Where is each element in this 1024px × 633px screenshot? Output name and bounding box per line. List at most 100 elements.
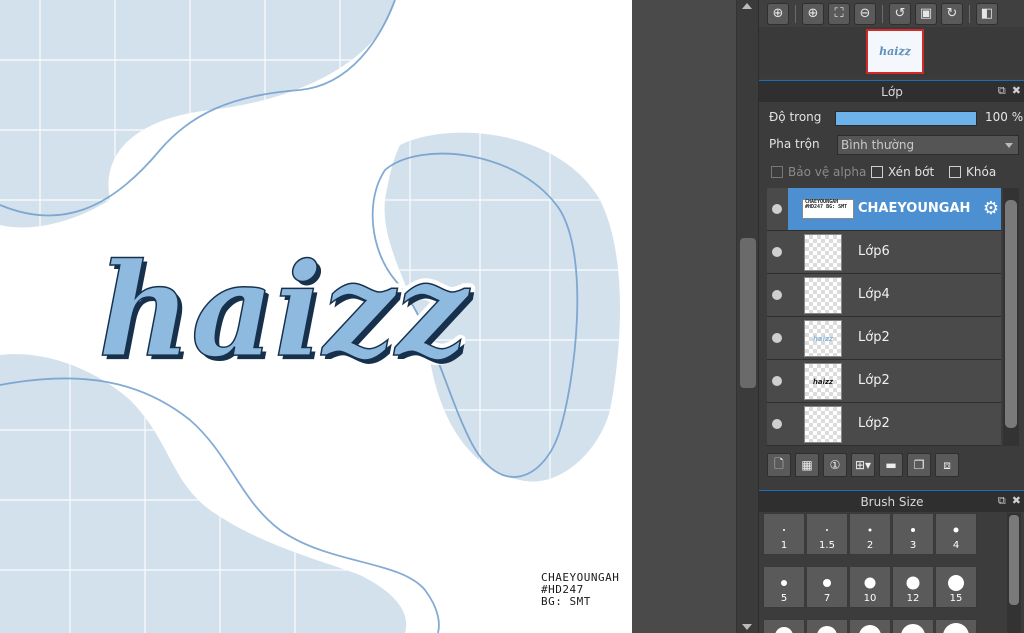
layer-toolbar: 🗋 ▦ ① ⊞▾ ▬ ❐ ⧈ (767, 452, 1019, 478)
layer-row[interactable]: CHAEYOUNGAH #HD247 BG: SMT CHAEYOUNGAH ⚙ (767, 188, 1001, 231)
layer-panel-header: Lớp ⧉ ✖ (759, 80, 1024, 102)
visibility-toggle-icon[interactable] (767, 231, 787, 273)
layer-row[interactable]: haizz Lớp2 (767, 317, 1001, 360)
brush-size-label: 1 (780, 540, 788, 551)
brush-size-label: 15 (949, 593, 963, 604)
fit-icon[interactable]: ⛶ (828, 2, 850, 25)
brush-size-option[interactable] (763, 619, 805, 633)
opacity-slider[interactable] (835, 111, 977, 126)
lettering-text: haizz (98, 236, 470, 386)
fit-window-icon[interactable]: ▣ (915, 2, 937, 25)
brush-size-option[interactable]: 1 (763, 513, 805, 555)
scroll-thumb[interactable] (1005, 200, 1017, 428)
merge-layer-icon[interactable]: ⧈ (935, 453, 960, 477)
popout-icon[interactable]: ⧉ (998, 494, 1006, 508)
drawing-canvas[interactable]: haizz haizz haizz CHAEYOUNGAH #HD247 BG:… (0, 0, 632, 633)
gear-icon[interactable]: ⚙ (983, 198, 999, 219)
layer-options-row: Bảo vệ alpha Xén bớt Khóa (759, 162, 1024, 184)
brush-size-option[interactable] (935, 619, 977, 633)
layer-thumbnail (804, 234, 842, 271)
new-layer-icon[interactable]: 🗋 (767, 453, 791, 477)
visibility-toggle-icon[interactable] (767, 317, 787, 359)
lock-checkbox[interactable]: Khóa (949, 165, 996, 179)
brush-size-option[interactable]: 15 (935, 566, 977, 608)
layer-row[interactable]: haizz Lớp2 (767, 360, 1001, 403)
brush-size-label: 3 (909, 540, 917, 551)
layer-thumbnail: haizz (804, 320, 842, 357)
zoom-in-icon[interactable]: ⊕ (802, 2, 824, 25)
blob-top-left (0, 0, 395, 228)
new-1bit-layer-icon[interactable]: ① (823, 453, 847, 477)
brush-size-option[interactable]: 1.5 (806, 513, 848, 555)
brush-size-option[interactable]: 12 (892, 566, 934, 608)
protect-alpha-checkbox[interactable]: Bảo vệ alpha (771, 165, 866, 179)
checkbox-box[interactable] (771, 166, 783, 178)
layer-thumbnail: haizz (804, 363, 842, 400)
workspace-area (632, 0, 736, 633)
zoom-out-icon[interactable]: ⊖ (854, 2, 876, 25)
toolbar-divider (882, 4, 883, 23)
brush-size-option[interactable]: 7 (806, 566, 848, 608)
brush-size-label: 4 (952, 540, 960, 551)
opacity-label: Độ trong (769, 110, 822, 124)
visibility-toggle-icon[interactable] (767, 403, 787, 445)
scroll-up-icon[interactable] (742, 3, 752, 9)
add-layer-menu-icon[interactable]: ⊞▾ (851, 453, 876, 477)
clipping-label: Xén bớt (888, 165, 935, 179)
navigator-thumb-text: haizz (879, 45, 911, 58)
blend-mode-select[interactable]: Bình thường (837, 135, 1019, 155)
visibility-toggle-icon[interactable] (767, 360, 787, 402)
navigator-thumbnail[interactable]: haizz (866, 29, 924, 74)
opacity-value: 100 % (985, 110, 1024, 124)
app-window: haizz haizz haizz CHAEYOUNGAH #HD247 BG:… (0, 0, 1024, 633)
layer-thumbnail: CHAEYOUNGAH #HD247 BG: SMT (802, 199, 854, 219)
blend-label: Pha trộn (769, 137, 820, 151)
layer-row[interactable]: Lớp6 (767, 231, 1001, 274)
new-halftone-layer-icon[interactable]: ▦ (795, 453, 819, 477)
navigator-preview[interactable]: haizz (759, 27, 1024, 77)
lettering: haizz haizz haizz (93, 231, 475, 391)
visibility-toggle-icon[interactable] (767, 274, 787, 316)
close-icon[interactable]: ✖ (1012, 84, 1021, 98)
brush-size-option[interactable] (806, 619, 848, 633)
layer-row[interactable]: Lớp2 (767, 403, 1001, 446)
layer-list: CHAEYOUNGAH #HD247 BG: SMT CHAEYOUNGAH ⚙… (767, 188, 1001, 446)
scroll-down-icon[interactable] (742, 624, 752, 630)
brush-panel-header: Brush Size ⧉ ✖ (759, 490, 1024, 512)
brush-size-option[interactable] (892, 619, 934, 633)
brush-panel-title: Brush Size (860, 494, 924, 509)
flip-icon[interactable]: ◧ (976, 2, 998, 25)
canvas-vertical-scrollbar[interactable] (736, 0, 758, 633)
brush-size-label: 12 (906, 593, 920, 604)
brush-size-option[interactable]: 5 (763, 566, 805, 608)
visibility-toggle-icon[interactable] (767, 188, 787, 230)
popout-icon[interactable]: ⧉ (998, 84, 1006, 98)
rotate-left-icon[interactable]: ↺ (889, 2, 911, 25)
clipping-checkbox[interactable]: Xén bớt (871, 165, 934, 179)
layer-name: Lớp6 (858, 244, 890, 259)
brush-size-scrollbar[interactable] (1007, 513, 1021, 633)
close-icon[interactable]: ✖ (1012, 494, 1021, 508)
rotate-right-icon[interactable]: ↻ (941, 2, 963, 25)
lock-label: Khóa (966, 165, 997, 179)
zoom-actual-icon[interactable]: ⊕ (767, 2, 789, 25)
folder-icon[interactable]: ▬ (879, 453, 904, 477)
layer-list-scrollbar[interactable] (1003, 188, 1019, 446)
checkbox-box[interactable] (949, 166, 961, 178)
layer-row[interactable]: Lớp4 (767, 274, 1001, 317)
artwork-credit: CHAEYOUNGAH #HD247 BG: SMT (541, 572, 619, 608)
brush-size-option[interactable]: 2 (849, 513, 891, 555)
brush-size-grid: 1 1.5 2 3 4 5 7 10 12 15 (763, 513, 1005, 633)
scroll-thumb[interactable] (1009, 515, 1019, 605)
scroll-thumb[interactable] (740, 238, 756, 388)
brush-size-option[interactable]: 4 (935, 513, 977, 555)
blend-mode-value: Bình thường (841, 138, 915, 152)
brush-size-option[interactable] (849, 619, 891, 633)
layer-thumbnail (804, 277, 842, 314)
toolbar-divider (795, 4, 796, 23)
duplicate-layer-icon[interactable]: ❐ (907, 453, 932, 477)
brush-size-option[interactable]: 3 (892, 513, 934, 555)
navigator-toolbar: ⊕ ⊕ ⛶ ⊖ ↺ ▣ ↻ ◧ (759, 0, 1024, 27)
checkbox-box[interactable] (871, 166, 883, 178)
brush-size-option[interactable]: 10 (849, 566, 891, 608)
